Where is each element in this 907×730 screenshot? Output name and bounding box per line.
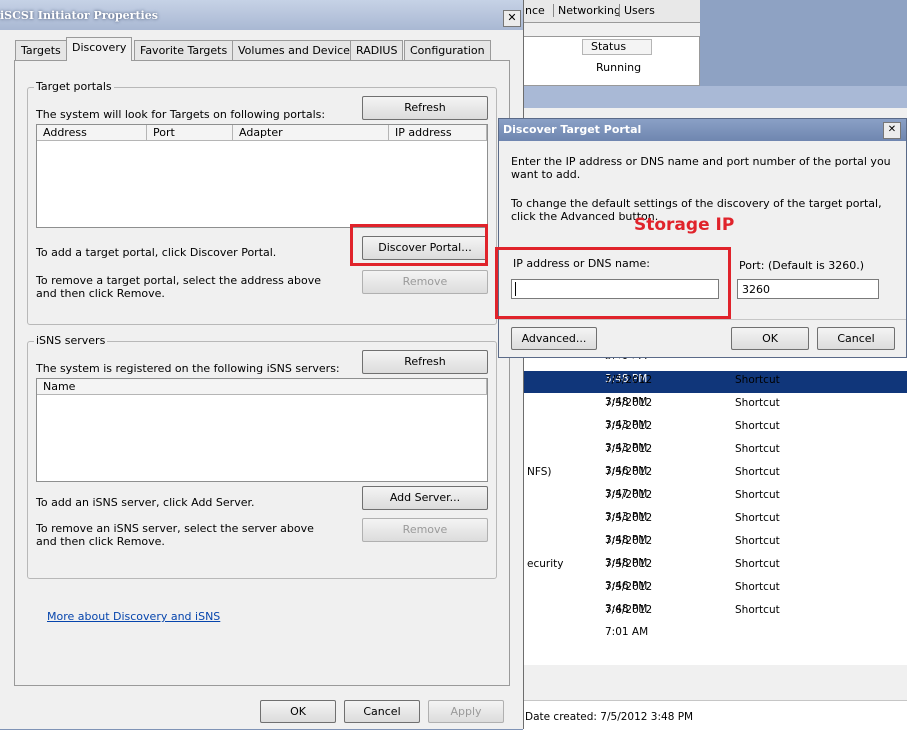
iscsi-titlebar: iSCSI Initiator Properties ✕ — [0, 0, 523, 30]
ip-address-highlight — [495, 247, 731, 319]
bg-details-pane: Date created: 7/5/2012 3:48 PM — [523, 700, 907, 730]
column-header-name[interactable]: Name — [37, 379, 487, 395]
file-row-name: NFS) — [527, 466, 552, 478]
target-portals-list[interactable]: Address Port Adapter IP address — [36, 124, 488, 228]
target-portals-group-label: Target portals — [34, 80, 114, 93]
discover-portal-highlight — [350, 224, 488, 266]
tab-discovery[interactable]: Discovery — [66, 37, 133, 61]
more-about-discovery-link[interactable]: More about Discovery and iSNS — [47, 610, 220, 623]
background-window: nce Networking Users Status Running Mana… — [505, 0, 907, 730]
file-row-date: 7/5/2012 3:48 PM — [605, 535, 653, 569]
file-row-type: Shortcut — [735, 512, 780, 524]
advanced-button[interactable]: Advanced... — [511, 327, 597, 350]
isns-refresh-button[interactable]: Refresh — [362, 350, 488, 374]
file-row-date: 7/5/2012 3:48 PM — [605, 581, 653, 615]
tab-targets[interactable]: Targets — [15, 40, 67, 60]
close-button[interactable]: ✕ — [503, 10, 521, 27]
bg-right-panel — [700, 0, 907, 90]
column-header-port[interactable]: Port — [147, 125, 233, 141]
file-row-type: Shortcut — [735, 443, 780, 455]
bg-file-list — [523, 345, 907, 665]
discover-title: Discover Target Portal — [503, 123, 642, 136]
file-row-date: 7/5/2012 3:46 PM — [605, 443, 653, 477]
file-row-type: Shortcut — [735, 374, 780, 386]
discover-button-separator — [499, 319, 906, 320]
file-row-type: Shortcut — [735, 397, 780, 409]
file-row-type: Shortcut — [735, 535, 780, 547]
apply-button[interactable]: Apply — [428, 700, 504, 723]
file-row-date: 7/6/2012 7:01 AM — [605, 604, 653, 638]
iscsi-dialog: iSCSI Initiator Properties ✕ Targets Dis… — [0, 0, 524, 729]
background-tabstrip: nce Networking Users — [505, 0, 705, 23]
add-server-button[interactable]: Add Server... — [362, 486, 488, 510]
file-row-type: Shortcut — [735, 466, 780, 478]
add-isns-instructions: To add an iSNS server, click Add Server. — [36, 496, 255, 509]
port-label: Port: (Default is 3260.) — [739, 259, 865, 272]
isns-servers-group: iSNS servers The system is registered on… — [27, 334, 497, 579]
discover-titlebar: Discover Target Portal ✕ — [499, 119, 906, 141]
bg-tab-users[interactable]: Users — [619, 4, 655, 17]
remove-isns-instructions: To remove an iSNS server, select the ser… — [36, 522, 314, 548]
file-row-date: 7/5/2012 3:47 PM — [605, 466, 653, 500]
bg-blue-band — [523, 86, 907, 108]
column-header-adapter[interactable]: Adapter — [233, 125, 389, 141]
file-row-type: Shortcut — [735, 489, 780, 501]
target-portals-group: Target portals The system will look for … — [27, 80, 497, 325]
tab-radius[interactable]: RADIUS — [350, 40, 404, 60]
remove-portal-button[interactable]: Remove — [362, 270, 488, 294]
discover-cancel-button[interactable]: Cancel — [817, 327, 895, 350]
discover-target-portal-dialog: Discover Target Portal ✕ Enter the IP ad… — [495, 118, 907, 358]
storage-ip-annotation: Storage IP — [634, 215, 735, 235]
tab-volumes-and-devices[interactable]: Volumes and Devices — [232, 40, 362, 60]
file-row-name: ecurity — [527, 558, 564, 570]
isns-group-label: iSNS servers — [34, 334, 108, 347]
bg-tab-networking[interactable]: Networking — [553, 4, 621, 17]
ok-button[interactable]: OK — [260, 700, 336, 723]
target-portals-description: The system will look for Targets on foll… — [36, 108, 326, 121]
add-portal-instructions: To add a target portal, click Discover P… — [36, 246, 277, 259]
file-row-type: Shortcut — [735, 604, 780, 616]
remove-isns-button[interactable]: Remove — [362, 518, 488, 542]
file-row-date: 7/5/2012 3:43 PM — [605, 489, 653, 523]
file-row-type: Shortcut — [735, 420, 780, 432]
remove-portal-instructions: To remove a target portal, select the ad… — [36, 274, 322, 300]
file-row-type: Shortcut — [735, 558, 780, 570]
tab-favorite-targets[interactable]: Favorite Targets — [134, 40, 234, 60]
discovery-tab-page: Target portals The system will look for … — [14, 60, 510, 686]
bg-status-list: Status Running — [523, 36, 700, 86]
bg-status-value: Running — [596, 61, 642, 74]
target-portals-refresh-button[interactable]: Refresh — [362, 96, 488, 120]
file-row-date: 7/5/2012 3:48 PM — [605, 512, 653, 546]
bg-date-created: Date created: 7/5/2012 3:48 PM — [525, 711, 694, 723]
bg-status-header: Status — [582, 39, 652, 55]
cancel-button[interactable]: Cancel — [344, 700, 420, 723]
file-row-date: 7/5/2012 3:48 PM — [605, 374, 653, 408]
port-value: 3260 — [742, 283, 770, 296]
file-row-type: Shortcut — [735, 581, 780, 593]
bg-selected-row — [523, 371, 907, 393]
bg-tab-performance[interactable]: nce — [525, 4, 545, 17]
discover-ok-button[interactable]: OK — [731, 327, 809, 350]
port-input[interactable]: 3260 — [737, 279, 879, 299]
tab-configuration[interactable]: Configuration — [404, 40, 491, 60]
file-row-date: 7/5/2012 3:43 PM — [605, 420, 653, 454]
file-row-date: 7/5/2012 3:46 PM — [605, 558, 653, 592]
file-row-date: 7/5/2012 3:43 PM — [605, 397, 653, 431]
iscsi-title: iSCSI Initiator Properties — [0, 9, 158, 22]
isns-description: The system is registered on the followin… — [36, 362, 340, 375]
discover-close-button[interactable]: ✕ — [883, 122, 901, 139]
isns-servers-list[interactable]: Name — [36, 378, 488, 482]
discover-intro-text: Enter the IP address or DNS name and por… — [511, 155, 891, 181]
column-header-address[interactable]: Address — [37, 125, 147, 141]
column-header-ip-address[interactable]: IP address — [389, 125, 487, 141]
